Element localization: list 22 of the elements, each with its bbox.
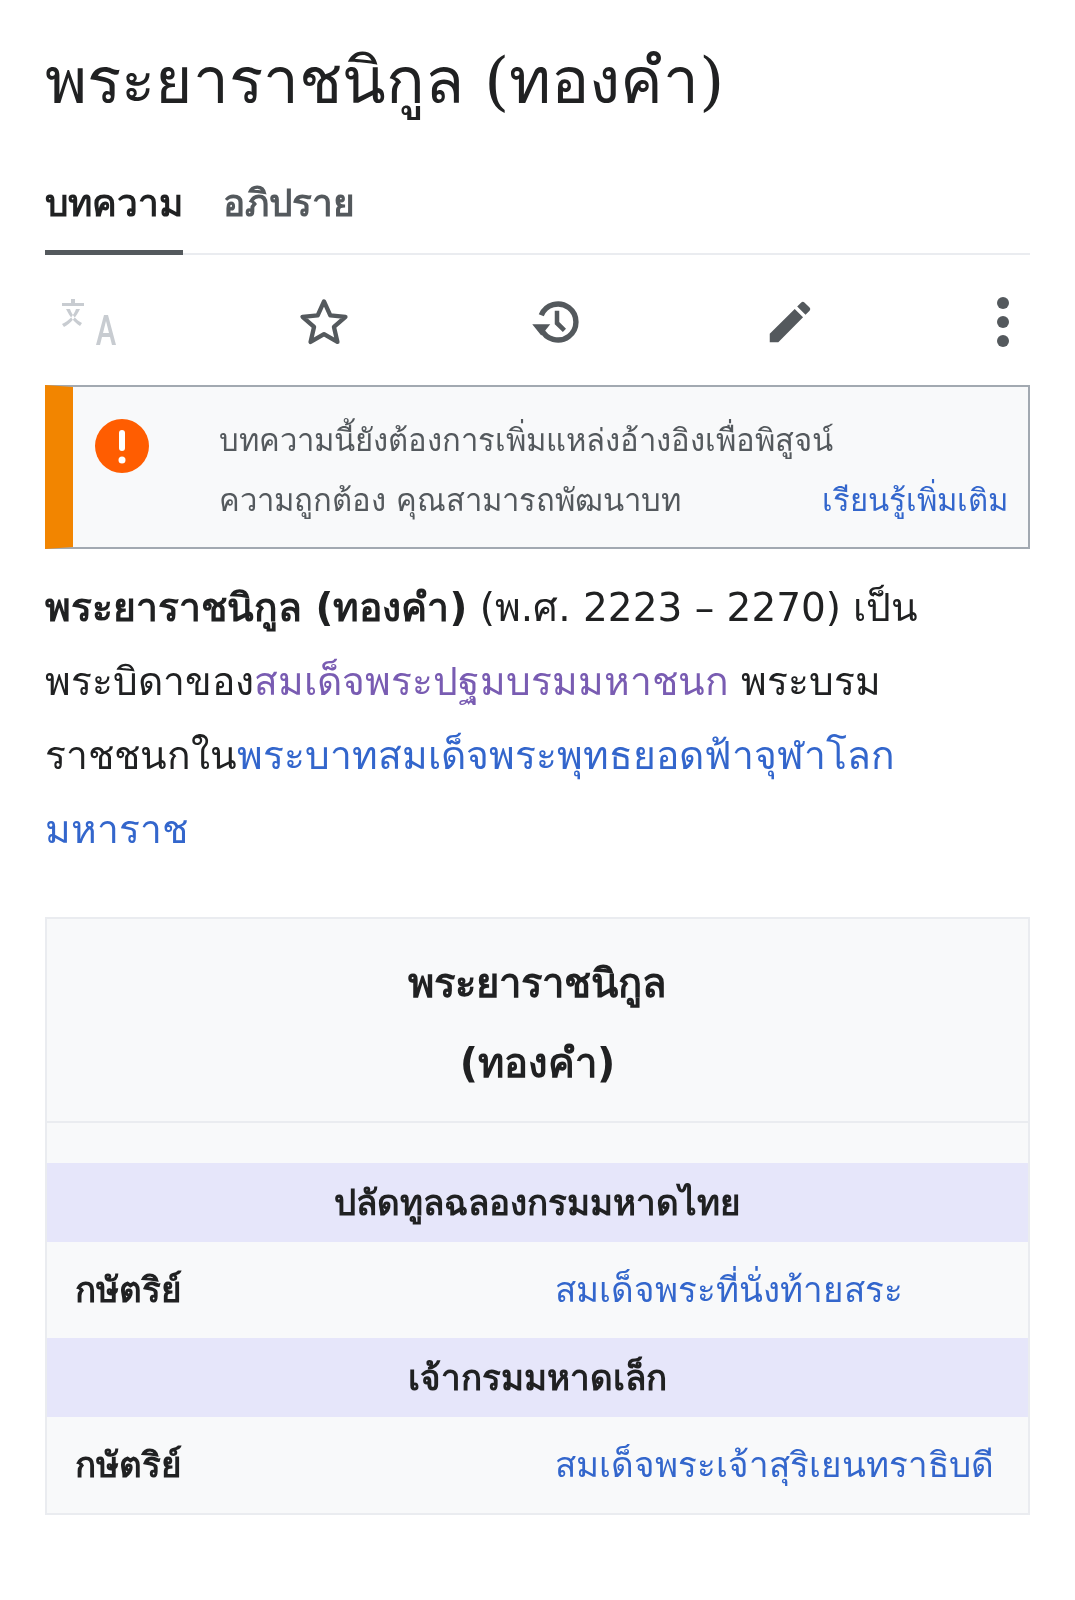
translate-icon [60,297,118,348]
lead-paragraph: พระยาราชนิกูล (ทองคำ) (พ.ศ. 2223 – 2270) เป็น พระบิดาของสมเด็จพระปฐมบรมมหาชนก พระบรม ราชชนกในพระบาทสมเด็จพระพุทธยอดฟ้าจุฬาโลก มหาราช [45,583,920,855]
page-title: พระยาราชนิกูล (ทองคำ) [45,43,726,122]
row-label: กษัตริย์ [75,1269,183,1313]
article-link[interactable]: สมเด็จพระปฐมบรมมหาชนก [254,659,729,705]
warning-icon [95,419,149,474]
page-tab[interactable]: บทความ [45,173,183,256]
section-header: ปลัดทูลฉลองกรมมหาดไทย [47,1163,1028,1243]
article-link[interactable]: มหาราช [45,807,188,853]
more-icon [996,296,1010,349]
article-link[interactable]: พระบาทสมเด็จพระพุทธยอดฟ้าจุฬาโลก [237,733,895,779]
more-button[interactable] [996,296,1010,349]
page-tab[interactable]: อภิปราย [223,173,355,256]
row-value-link[interactable]: สมเด็จพระที่นั่งท้ายสระ [555,1258,1000,1323]
row-label: กษัตริย์ [75,1444,183,1488]
notice-text: ความถูกต้อง คุณสามารถพัฒนาบท [219,481,681,522]
infobox-title: พระยาราชนิกูล [408,959,667,1010]
row-value-link[interactable]: สมเด็จพระเจ้าสุริเยนทราธิบดี [555,1433,1000,1498]
learn-more-link[interactable]: เรียนรู้เพิ่มเติม [822,475,1008,526]
infobox-title: (ทองคำ) [459,1039,616,1089]
notice-text: บทความนี้ยังต้องการเพิ่มแหล่งอ้างอิงเพื่อพิสูจน์ [219,415,1008,466]
section-header: เจ้ากรมมหาดเล็ก [47,1338,1028,1418]
